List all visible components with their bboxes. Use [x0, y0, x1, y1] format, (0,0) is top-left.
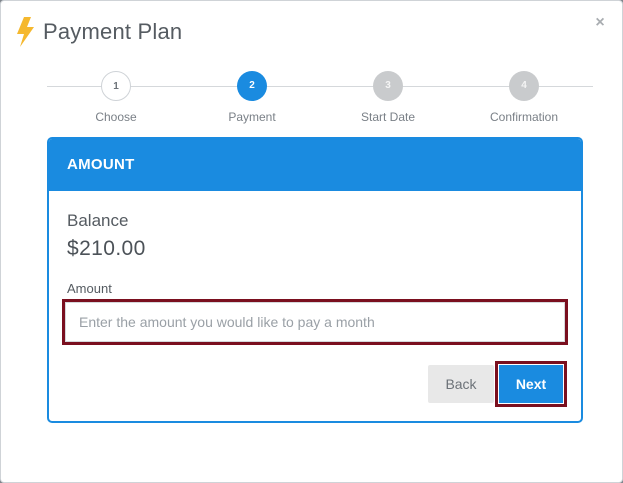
step-label: Start Date — [360, 110, 416, 124]
step-number: 2 — [237, 71, 267, 101]
step-label: Choose — [95, 110, 137, 124]
step-label: Confirmation — [489, 110, 559, 124]
step-payment[interactable]: 2 Payment — [197, 71, 307, 124]
next-button-highlight: Next — [495, 361, 567, 407]
balance-label: Balance — [67, 211, 129, 230]
step-choose[interactable]: 1 Choose — [61, 71, 171, 124]
amount-card: AMOUNT Balance $210.00 Amount Back Next — [47, 137, 583, 423]
payment-plan-modal: Payment Plan × 1 Choose 2 Payment 3 Star… — [0, 0, 623, 483]
amount-input[interactable] — [65, 302, 565, 342]
amount-field-highlight — [62, 299, 568, 345]
step-number: 4 — [509, 71, 539, 101]
stepper: 1 Choose 2 Payment 3 Start Date 4 Confir… — [47, 71, 593, 131]
balance-value: $210.00 — [67, 237, 146, 260]
close-icon[interactable]: × — [592, 13, 608, 33]
lightning-bolt-icon — [17, 17, 34, 47]
back-button[interactable]: Back — [428, 365, 494, 403]
step-number: 1 — [101, 71, 131, 101]
card-header: AMOUNT — [49, 139, 581, 191]
step-confirmation[interactable]: 4 Confirmation — [469, 71, 579, 124]
step-start-date[interactable]: 3 Start Date — [333, 71, 443, 124]
step-number: 3 — [373, 71, 403, 101]
modal-header: Payment Plan — [15, 15, 182, 49]
modal-title: Payment Plan — [43, 19, 183, 44]
amount-label: Amount — [67, 281, 112, 296]
step-label: Payment — [228, 110, 276, 124]
next-button[interactable]: Next — [499, 365, 563, 403]
